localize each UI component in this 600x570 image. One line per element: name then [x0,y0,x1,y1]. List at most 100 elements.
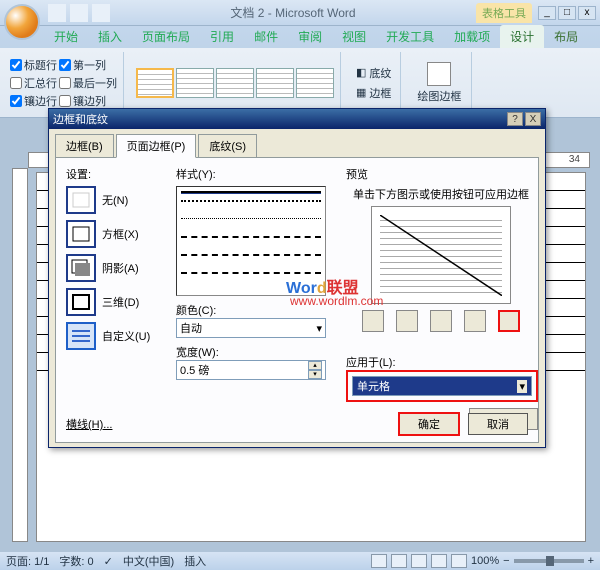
setting-box[interactable]: 方框(X) [66,220,166,248]
style-option[interactable] [181,254,321,266]
tab-view[interactable]: 视图 [332,25,376,48]
preview-left-border-button[interactable] [396,310,418,332]
chevron-down-icon: ▾ [517,380,527,393]
dialog-footer: 横线(H)... 确定 取消 [66,412,528,436]
dialog-close-button[interactable]: X [525,112,541,126]
apply-to-label: 应用于(L): [346,354,538,370]
setting-none[interactable]: 无(N) [66,186,166,214]
status-page[interactable]: 页面: 1/1 [6,553,49,569]
spin-up-icon[interactable]: ▴ [308,361,322,370]
tab-layout[interactable]: 布局 [544,25,588,48]
tab-review[interactable]: 审阅 [288,25,332,48]
dialog-tab-border[interactable]: 边框(B) [55,134,114,158]
style-option[interactable] [181,200,321,212]
ok-button[interactable]: 确定 [398,412,460,436]
redo-icon[interactable] [92,4,110,22]
status-language[interactable]: 中文(中国) [123,553,174,569]
view-draft-button[interactable] [451,554,467,568]
setting-3d[interactable]: 三维(D) [66,288,166,316]
minimize-button[interactable]: _ [538,6,556,20]
tab-mailings[interactable]: 邮件 [244,25,288,48]
dialog-help-button[interactable]: ? [507,112,523,126]
bucket-icon: ◧ [356,66,366,79]
chk-last-col[interactable] [59,77,71,89]
table-style-thumb[interactable] [136,68,174,98]
chevron-down-icon: ▾ [316,322,322,335]
style-option[interactable] [181,272,321,284]
dialog-tab-page-border[interactable]: 页面边框(P) [116,134,197,158]
zoom-in-button[interactable]: + [588,555,594,567]
preview-diag-down-button[interactable] [362,310,384,332]
tab-insert[interactable]: 插入 [88,25,132,48]
office-button[interactable] [4,4,40,40]
custom-icon [66,322,96,350]
preview-diag-up-button[interactable] [498,310,520,332]
dialog-tabs: 边框(B) 页面边框(P) 底纹(S) [49,129,545,157]
setting-custom[interactable]: 自定义(U) [66,322,166,350]
tab-references[interactable]: 引用 [200,25,244,48]
vertical-ruler[interactable] [12,168,28,542]
apply-to-combo[interactable]: 单元格 ▾ [352,376,532,396]
chk-first-col[interactable] [59,59,71,71]
table-style-thumb[interactable] [176,68,214,98]
spin-down-icon[interactable]: ▾ [308,370,322,379]
dialog-titlebar[interactable]: 边框和底纹 ? X [49,109,545,129]
status-insert-mode[interactable]: 插入 [184,553,206,569]
style-listbox[interactable] [176,186,326,296]
context-tool-label: 表格工具 [476,3,532,23]
preview-label: 预览 [346,166,536,182]
dialog-title: 边框和底纹 [53,111,505,127]
view-outline-button[interactable] [431,554,447,568]
tab-page-layout[interactable]: 页面布局 [132,25,200,48]
settings-column: 设置: 无(N) 方框(X) 阴影(A) 三维(D) 自定义(U) [66,166,166,356]
dialog-tab-shading[interactable]: 底纹(S) [198,134,257,158]
undo-icon[interactable] [70,4,88,22]
width-combo[interactable]: 0.5 磅 ▴▾ [176,360,326,380]
tab-developer[interactable]: 开发工具 [376,25,444,48]
chk-header-row[interactable] [10,59,22,71]
draw-border-button[interactable]: 绘图边框 [413,60,465,106]
tab-addins[interactable]: 加载项 [444,25,500,48]
table-style-thumb[interactable] [296,68,334,98]
style-label: 样式(Y): [176,166,336,182]
zoom-out-button[interactable]: − [503,555,509,567]
chk-banded-col[interactable] [59,95,71,107]
zoom-slider[interactable] [514,559,584,563]
window-title: 文档 2 - Microsoft Word [110,4,476,21]
chk-total-row[interactable] [10,77,22,89]
zoom-level[interactable]: 100% [471,555,499,567]
borders-shading-dialog: 边框和底纹 ? X 边框(B) 页面边框(P) 底纹(S) 设置: 无(N) 方… [48,108,546,448]
shading-button[interactable]: ◧底纹 [353,64,394,82]
color-combo[interactable]: 自动▾ [176,318,326,338]
dialog-panel: 设置: 无(N) 方框(X) 阴影(A) 三维(D) 自定义(U) [55,157,539,443]
status-bar: 页面: 1/1 字数: 0 ✓ 中文(中国) 插入 100% − + [0,552,600,570]
shadow-icon [66,254,96,282]
view-web-button[interactable] [411,554,427,568]
chk-banded-row[interactable] [10,95,22,107]
preview-diagram[interactable] [371,206,511,304]
save-icon[interactable] [48,4,66,22]
cancel-button[interactable]: 取消 [468,413,528,435]
preview-center-border-button[interactable] [430,310,452,332]
horizontal-line-link[interactable]: 横线(H)... [66,416,112,432]
status-proof-icon[interactable]: ✓ [104,555,113,568]
style-option[interactable] [181,218,321,230]
table-style-thumb[interactable] [216,68,254,98]
title-bar: 文档 2 - Microsoft Word 表格工具 _ □ x [0,0,600,26]
maximize-button[interactable]: □ [558,6,576,20]
preview-right-border-button[interactable] [464,310,486,332]
style-option[interactable] [181,191,321,194]
setting-shadow[interactable]: 阴影(A) [66,254,166,282]
status-words[interactable]: 字数: 0 [59,553,93,569]
style-option[interactable] [181,236,321,248]
watermark-url: www.wordlm.com [290,294,383,308]
preview-hint: 单击下方图示或使用按钮可应用边框 [346,186,536,202]
box-icon [66,220,96,248]
tab-home[interactable]: 开始 [44,25,88,48]
view-fullscreen-button[interactable] [391,554,407,568]
table-style-thumb[interactable] [256,68,294,98]
view-print-layout-button[interactable] [371,554,387,568]
tab-design[interactable]: 设计 [500,25,544,48]
close-button[interactable]: x [578,6,596,20]
borders-button[interactable]: ▦边框 [353,84,394,102]
